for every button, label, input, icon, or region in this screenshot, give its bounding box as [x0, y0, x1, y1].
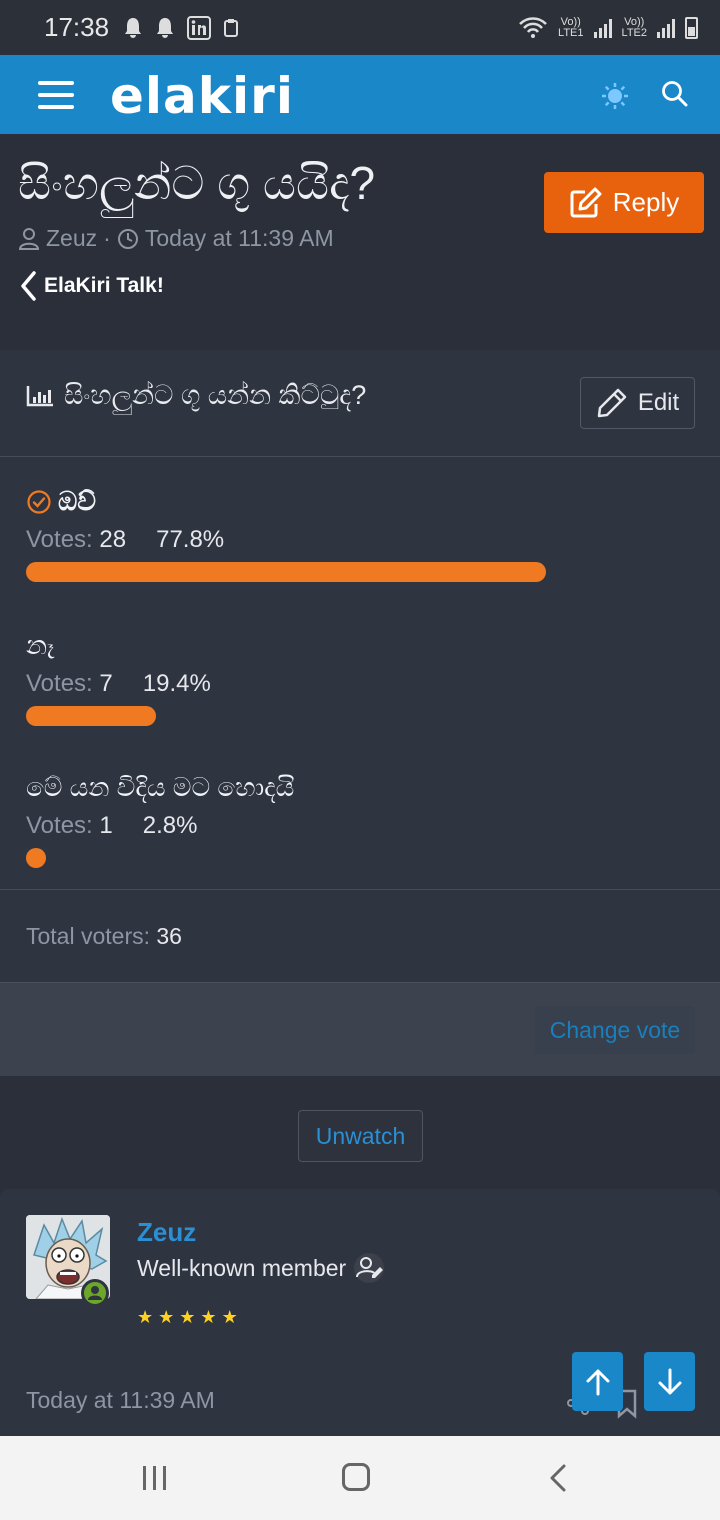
total-voters: Total voters: 36 [26, 923, 182, 949]
poll-option-votes: Votes: 7 19.4% [26, 670, 211, 697]
arrow-down-icon [658, 1368, 681, 1394]
lte2-indicator: Vo)) LTE2 [621, 15, 647, 39]
scroll-top-button[interactable] [572, 1352, 623, 1411]
scroll-bottom-button[interactable] [644, 1352, 695, 1411]
poll-question: සිංහලුන්ට ගූ යන්න කිට්ටුද? [26, 380, 366, 412]
poll-option-label: ඔව් [58, 486, 96, 516]
breadcrumb[interactable]: ElaKiri Talk! [20, 270, 164, 302]
site-logo[interactable]: elakiri [110, 67, 294, 125]
user-edit-icon [354, 1253, 385, 1283]
user-icon [18, 227, 40, 250]
notification-bell-icon [125, 17, 142, 38]
vote-count: 7 [99, 670, 113, 697]
post: Zeuz Well-known member ★ ★ ★ ★ ★ Today at 11… [0, 1189, 720, 1439]
android-nav-bar [0, 1436, 720, 1520]
reply-label: Reply [612, 187, 680, 217]
vote-count: 1 [99, 812, 113, 839]
thread-date[interactable]: Today at 11:39 AM [145, 225, 334, 252]
vote-percent: 77.8% [156, 526, 225, 553]
search-icon[interactable] [660, 79, 690, 109]
pencil-icon [597, 388, 627, 418]
home-button[interactable] [342, 1463, 370, 1491]
poll-option-votes: Votes: 28 77.8% [26, 526, 225, 553]
recents-button[interactable] [143, 1466, 166, 1490]
poll-result-bar [26, 562, 546, 582]
edit-poll-button[interactable]: Edit [580, 377, 695, 429]
breadcrumb-forum[interactable]: ElaKiri Talk! [44, 274, 164, 298]
change-vote-button[interactable]: Change vote [535, 1006, 695, 1054]
wifi-icon [519, 16, 547, 38]
edit-icon [570, 187, 602, 217]
reply-button[interactable]: Reply [544, 172, 704, 233]
status-bar: 17:38 Vo)) LTE1 Vo)) LTE2 [0, 0, 720, 55]
poll-option-label: නෑ [26, 630, 55, 660]
voted-check-icon [27, 490, 51, 514]
clipboard-icon [224, 18, 239, 37]
theme-toggle-icon[interactable] [600, 81, 630, 111]
poll-footer: Change vote [0, 982, 720, 1076]
poll-option: ඔව් Votes: 28 77.8% [26, 486, 546, 582]
poll-result-bar [26, 848, 46, 868]
post-username[interactable]: Zeuz [137, 1217, 196, 1248]
notification-bell-icon [157, 17, 174, 38]
chevron-left-icon [21, 271, 36, 301]
edit-label: Edit [637, 389, 680, 416]
star-icon: ★ [158, 1307, 175, 1327]
battery-icon [685, 16, 698, 39]
post-time[interactable]: Today at 11:39 AM [26, 1387, 215, 1414]
poll-option: මේ යන විදිය මට හොදයි Votes: 1 2.8% [26, 772, 294, 868]
poll-option-votes: Votes: 1 2.8% [26, 812, 198, 839]
signal-strength-icon [657, 18, 675, 38]
poll-block: සිංහලුන්ට ගූ යන්න කිට්ටුද? Edit ඔව් Vote… [0, 350, 720, 1076]
bar-chart-icon [26, 386, 53, 407]
meta-separator: · [103, 225, 111, 251]
star-icon: ★ [200, 1307, 217, 1327]
poll-question-text: සිංහලුන්ට ගූ යන්න කිට්ටුද? [64, 380, 367, 410]
clock-icon [117, 228, 138, 249]
menu-icon[interactable] [38, 81, 74, 109]
online-status-icon [81, 1279, 109, 1307]
unwatch-button[interactable]: Unwatch [298, 1110, 423, 1162]
vote-count: 28 [99, 526, 127, 553]
poll-result-bar [26, 706, 156, 726]
back-button[interactable] [548, 1463, 568, 1493]
site-header: elakiri [0, 55, 720, 134]
page-title: සිංහලුන්ට ගූ යයිද? [18, 157, 376, 209]
status-time: 17:38 [44, 12, 110, 42]
arrow-up-icon [586, 1369, 609, 1395]
poll-header: සිංහලුන්ට ගූ යන්න කිට්ටුද? Edit [0, 350, 720, 457]
thread-meta: Zeuz · Today at 11:39 AM [18, 225, 334, 252]
user-title: Well-known member [137, 1253, 386, 1283]
thread-author[interactable]: Zeuz [46, 225, 97, 252]
vote-percent: 19.4% [142, 670, 211, 697]
star-icon: ★ [179, 1307, 196, 1327]
user-rating-stars: ★ ★ ★ ★ ★ [137, 1307, 238, 1328]
vote-percent: 2.8% [142, 812, 198, 839]
poll-option: නෑ Votes: 7 19.4% [26, 630, 211, 726]
signal-strength-icon [593, 18, 612, 38]
star-icon: ★ [137, 1307, 154, 1327]
linkedin-icon [187, 15, 212, 40]
star-icon: ★ [221, 1307, 238, 1327]
lte1-indicator: Vo)) LTE1 [558, 15, 584, 39]
poll-option-label: මේ යන විදිය මට හොදයි [26, 772, 295, 802]
divider [0, 889, 720, 890]
